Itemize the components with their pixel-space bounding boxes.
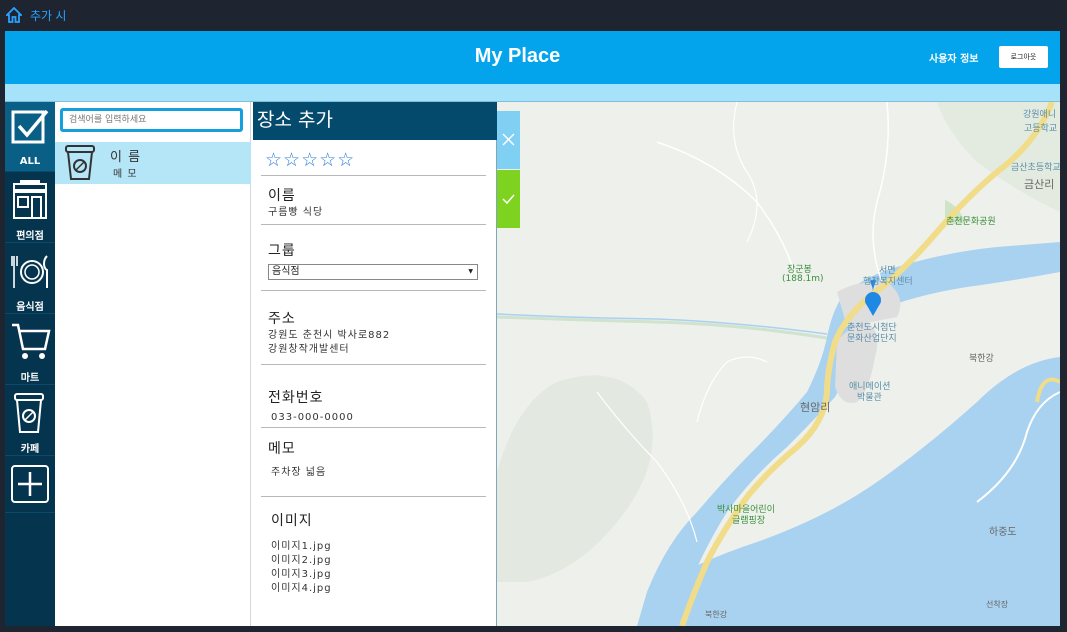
close-icon — [502, 133, 515, 146]
map-label: 춘천문화공원 — [946, 217, 996, 227]
divider — [261, 175, 486, 176]
map-view[interactable]: 강원애니 고등학교 금산초등학교 금산리 춘천문화공원 장군봉 (188.1m)… — [497, 102, 1060, 626]
category-all[interactable]: ALL — [5, 102, 55, 172]
category-sidebar: ALL 편의점 음식점 마트 카페 — [5, 102, 55, 626]
phone-label: 전화번호 — [268, 390, 324, 406]
divider — [261, 364, 486, 365]
address-label: 주소 — [268, 311, 296, 327]
chevron-down-icon: ▼ — [468, 268, 473, 275]
home-icon[interactable] — [6, 7, 22, 23]
add-icon — [11, 465, 49, 503]
category-label: 편의점 — [16, 231, 44, 242]
group-label: 그룹 — [268, 243, 296, 259]
map-label: 북한강 — [969, 354, 994, 364]
utensils-icon — [11, 255, 48, 288]
app-header: My Place 사용자 정보 로그아웃 — [5, 31, 1060, 84]
address-line1[interactable]: 강원도 춘천시 박사로882 — [268, 329, 390, 343]
map-label: 문화산업단지 — [847, 334, 897, 344]
add-category-button[interactable] — [5, 457, 55, 513]
list-item-name: 이 름 — [110, 150, 142, 165]
sub-toolbar — [5, 84, 1060, 102]
checkbox-icon — [11, 109, 49, 144]
cancel-button[interactable] — [497, 111, 520, 169]
map-label: 행정복지센터 — [863, 277, 913, 287]
map-label: 북한강 — [705, 610, 728, 619]
map-label: 금산초등학교 — [1011, 163, 1060, 173]
image-file[interactable]: 이미지3.jpg — [271, 568, 332, 582]
category-label: 카페 — [20, 444, 40, 455]
confirm-button[interactable] — [497, 170, 520, 228]
list-item-memo: 메 모 — [113, 169, 138, 180]
map-label: 글램핑장 — [732, 516, 766, 526]
address-line2[interactable]: 강원창작개발센터 — [268, 343, 350, 357]
map-label: 선착장 — [986, 600, 1009, 609]
check-icon — [502, 194, 515, 205]
memo-field[interactable]: 주차장 넓음 — [271, 466, 326, 480]
category-cafe[interactable]: 카페 — [5, 386, 55, 456]
coffee-cup-icon — [14, 393, 44, 433]
window-titlebar: 추가 시 — [0, 0, 1067, 30]
map-label: (188.1m) — [782, 274, 824, 284]
map-label: 박물관 — [857, 393, 882, 403]
category-label: 음식점 — [16, 302, 44, 313]
user-info-link[interactable]: 사용자 정보 — [929, 50, 978, 65]
divider — [261, 427, 486, 428]
coffee-cup-icon — [65, 145, 95, 180]
image-file[interactable]: 이미지1.jpg — [271, 540, 332, 554]
memo-label: 메모 — [268, 441, 296, 457]
map-label: 현암리 — [800, 401, 831, 414]
category-restaurant[interactable]: 음식점 — [5, 244, 55, 314]
image-label: 이미지 — [271, 513, 313, 529]
rating-stars[interactable]: ☆☆☆☆☆ — [265, 149, 355, 171]
phone-field[interactable]: 033-000-0000 — [271, 411, 354, 425]
cart-icon — [12, 323, 51, 359]
list-item[interactable]: 이 름 메 모 — [55, 142, 251, 184]
place-list-panel: 이 름 메 모 — [55, 102, 251, 626]
map-label: 하중도 — [989, 527, 1017, 538]
app-title: My Place — [474, 45, 561, 67]
logout-button[interactable]: 로그아웃 — [999, 46, 1048, 68]
group-select[interactable]: 음식점 ▼ — [268, 264, 478, 280]
name-label: 이름 — [268, 188, 296, 204]
store-icon — [13, 180, 47, 219]
form-title: 장소 추가 — [253, 102, 497, 140]
image-file[interactable]: 이미지2.jpg — [271, 554, 332, 568]
map-label: 강원애니 — [1023, 110, 1057, 120]
category-mart[interactable]: 마트 — [5, 315, 55, 385]
divider — [261, 290, 486, 291]
map-label: 고등학교 — [1024, 124, 1058, 134]
map-canvas — [497, 102, 1060, 626]
name-field[interactable]: 구름빵 식당 — [268, 206, 323, 220]
divider — [261, 224, 486, 225]
image-file[interactable]: 이미지4.jpg — [271, 582, 332, 596]
add-place-form: 장소 추가 ☆☆☆☆☆ 이름 구름빵 식당 그룹 음식점 ▼ 주소 강원도 춘천… — [253, 102, 497, 626]
divider — [261, 496, 486, 497]
category-convenience-store[interactable]: 편의점 — [5, 173, 55, 243]
group-select-value: 음식점 — [272, 266, 300, 277]
map-label: 금산리 — [1024, 178, 1055, 191]
window-title: 추가 시 — [30, 9, 67, 23]
category-label: 마트 — [20, 373, 40, 384]
app-window: My Place 사용자 정보 로그아웃 ALL 편의점 음식점 마트 카페 검… — [5, 31, 1060, 626]
category-label: ALL — [19, 156, 41, 167]
search-input[interactable] — [60, 108, 243, 132]
